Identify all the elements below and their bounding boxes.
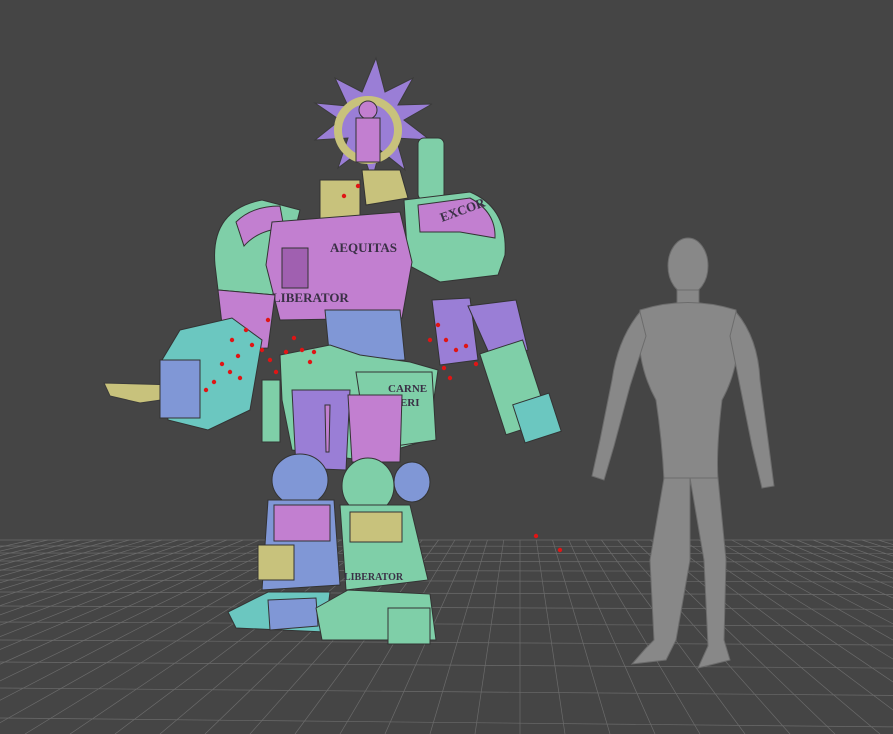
human-right-arm — [729, 310, 775, 489]
uv-seam-dot — [557, 547, 563, 553]
uv-seam-dot — [243, 327, 249, 333]
uv-seam-dot — [229, 337, 235, 343]
uv-seam-dot — [259, 347, 265, 353]
uv-seam-dot — [441, 365, 447, 371]
crown-emblem — [355, 117, 381, 163]
uv-seam-dot — [307, 359, 313, 365]
human-head — [667, 237, 709, 295]
left-calf-plate — [257, 544, 295, 581]
left-gauntlet — [159, 359, 201, 419]
uv-seam-dot — [427, 337, 433, 343]
robot-mech-model[interactable]: EXCOR AEQUITAS LIBERATOR CARNE VERI LIBE… — [103, 56, 563, 645]
uv-seam-dot — [249, 342, 255, 348]
uv-seam-dot — [341, 193, 347, 199]
right-hip-joint — [393, 461, 431, 503]
chest-grill — [281, 247, 309, 289]
uv-seam-dot — [203, 387, 209, 393]
uv-seam-dot — [219, 361, 225, 367]
chest-engraving: AEQUITAS — [330, 240, 397, 255]
uv-seam-dot — [237, 375, 243, 381]
uv-seam-dot — [447, 375, 453, 381]
uv-seam-dot — [227, 369, 233, 375]
left-shin-guard — [273, 504, 331, 542]
uv-seam-dot — [473, 361, 479, 367]
uv-seam-dot — [299, 347, 305, 353]
tabard-dagger — [324, 404, 331, 453]
ground-grid — [0, 539, 893, 734]
uv-seam-dot — [267, 357, 273, 363]
uv-seam-dot — [265, 317, 271, 323]
left-hip-strap — [261, 379, 281, 443]
human-left-arm — [591, 310, 647, 481]
pelvis-plate — [347, 394, 403, 463]
knee-engraving: LIBERATOR — [344, 572, 404, 583]
3d-viewport[interactable]: EXCOR AEQUITAS LIBERATOR CARNE VERI LIBE… — [0, 0, 893, 734]
uv-seam-dot — [211, 379, 217, 385]
reference-human-model[interactable] — [591, 237, 775, 669]
uv-seam-dot — [463, 343, 469, 349]
plate-engraving-1: CARNE — [388, 383, 427, 395]
uv-seam-dot — [311, 349, 317, 355]
uv-seam-dot — [291, 335, 297, 341]
human-right-leg — [689, 477, 731, 669]
uv-seam-dot — [273, 369, 279, 375]
belt-engraving: LIBERATOR — [272, 290, 349, 305]
left-toe — [267, 597, 319, 631]
uv-seam-dot — [283, 349, 289, 355]
uv-seam-dot — [235, 353, 241, 359]
uv-seam-dot — [533, 533, 539, 539]
human-torso — [638, 302, 739, 481]
uv-seam-dot — [443, 337, 449, 343]
uv-seam-dot — [453, 347, 459, 353]
right-shin-guard — [349, 511, 403, 543]
head-pipe — [361, 169, 409, 206]
left-knee — [271, 453, 329, 507]
uv-seam-dot — [435, 322, 441, 328]
exhaust-stack — [417, 137, 445, 201]
uv-seam-dot — [355, 183, 361, 189]
head — [319, 179, 361, 221]
right-heel — [387, 607, 431, 645]
crown-center — [358, 100, 378, 120]
